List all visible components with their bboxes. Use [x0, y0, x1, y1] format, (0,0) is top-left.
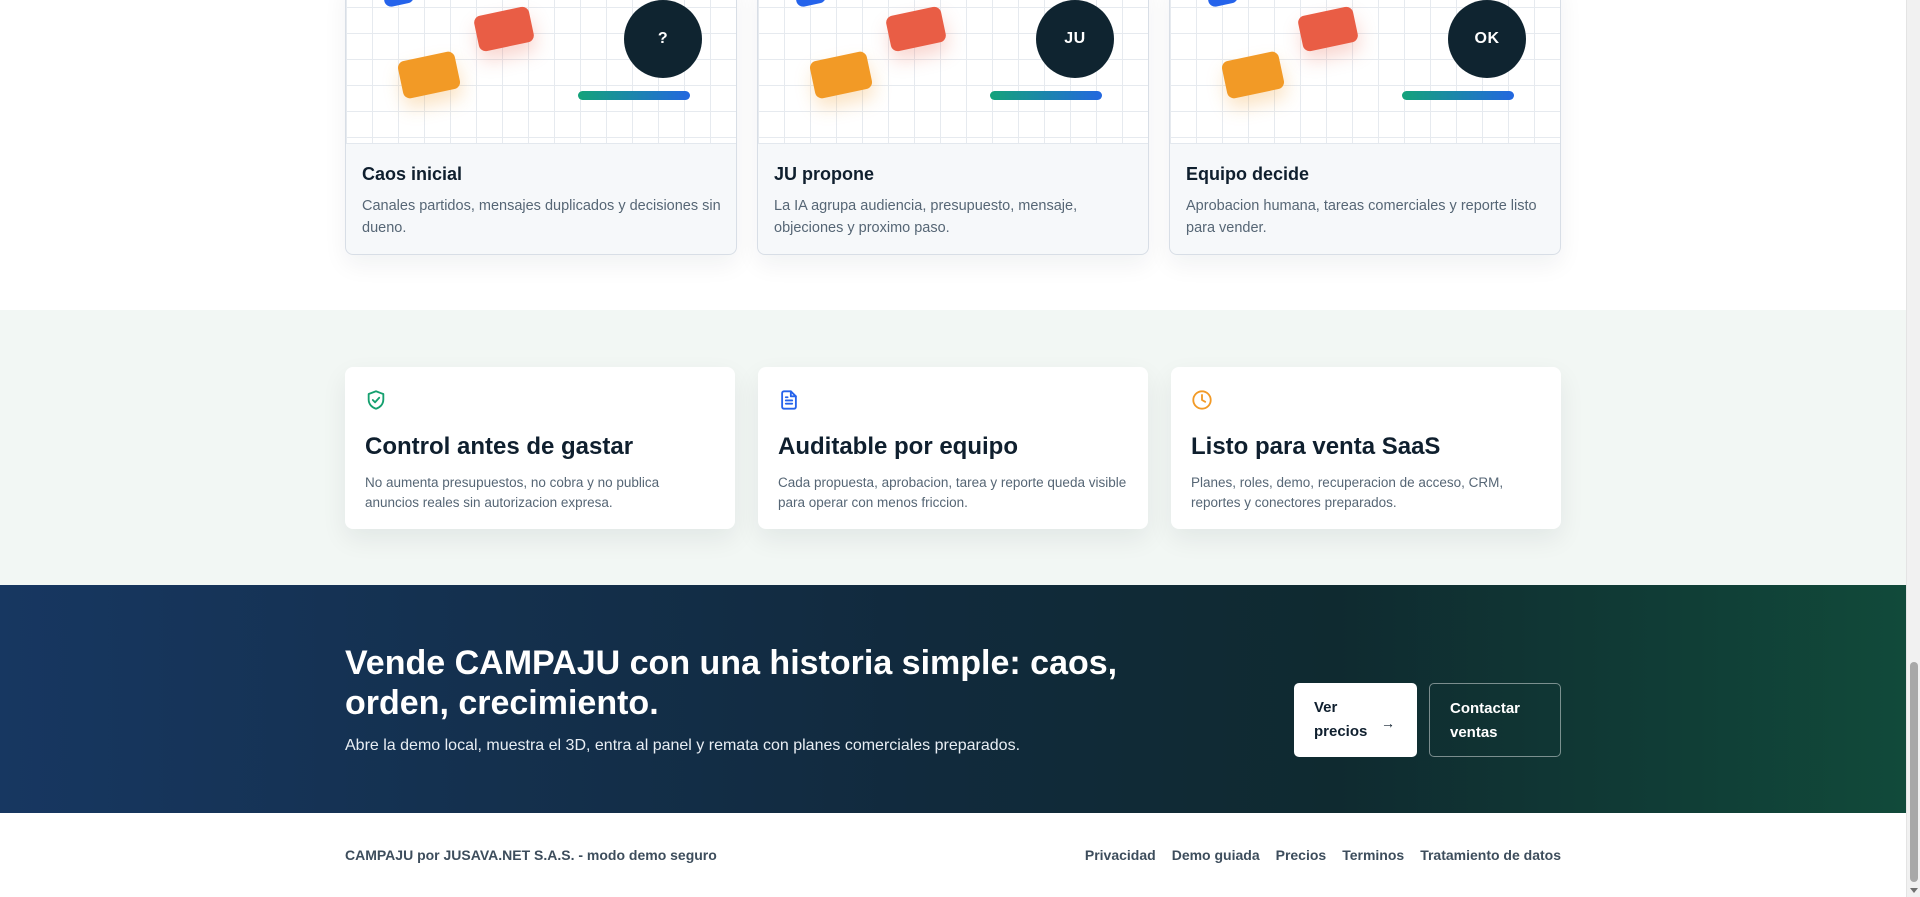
features-section: Control antes de gastar No aumenta presu…	[0, 310, 1906, 585]
blue-block	[794, 0, 828, 8]
story-illustration: JU	[758, 0, 1148, 144]
red-block	[1296, 5, 1360, 53]
footer-brand: CAMPAJU por JUSAVA.NET S.A.S. - modo dem…	[345, 847, 717, 863]
clock-icon	[1192, 390, 1212, 410]
footer-link-data-processing[interactable]: Tratamiento de datos	[1420, 847, 1561, 863]
view-pricing-button[interactable]: Ver precios →	[1294, 683, 1417, 757]
orange-block	[808, 50, 874, 100]
story-card-proposal: JU JU propone La IA agrupa audiencia, pr…	[757, 0, 1149, 255]
red-block	[472, 5, 536, 53]
feature-title: Auditable por equipo	[778, 433, 1018, 460]
ju-badge: JU	[1036, 0, 1114, 78]
feature-card-audit: Auditable por equipo Cada propuesta, apr…	[758, 367, 1148, 529]
progress-bar	[1402, 91, 1514, 100]
question-badge: ?	[624, 0, 702, 78]
blue-block	[382, 0, 416, 8]
footer-link-terms[interactable]: Terminos	[1342, 847, 1404, 863]
footer-link-guided-demo[interactable]: Demo guiada	[1172, 847, 1260, 863]
arrow-right-icon: →	[1381, 715, 1395, 731]
footer-link-privacy[interactable]: Privacidad	[1085, 847, 1156, 863]
scrollbar-thumb[interactable]	[1910, 662, 1918, 882]
story-card-chaos: ? Caos inicial Canales partidos, mensaje…	[345, 0, 737, 255]
orange-block	[1220, 50, 1286, 100]
cta-banner: Vende CAMPAJU con una historia simple: c…	[0, 585, 1906, 813]
story-description: Canales partidos, mensajes duplicados y …	[362, 198, 721, 236]
view-pricing-label: Ver precios	[1314, 699, 1368, 740]
feature-description: Planes, roles, demo, recuperacion de acc…	[1191, 475, 1504, 510]
cta-subtitle: Abre la demo local, muestra el 3D, entra…	[345, 737, 1021, 754]
story-title: Caos inicial	[362, 164, 463, 184]
story-illustration: OK	[1170, 0, 1560, 144]
footer-links: Privacidad Demo guiada Precios Terminos …	[1085, 847, 1561, 863]
story-card-decision: OK Equipo decide Aprobacion humana, tare…	[1169, 0, 1561, 255]
feature-card-saas: Listo para venta SaaS Planes, roles, dem…	[1171, 367, 1561, 529]
feature-description: No aumenta presupuestos, no cobra y no p…	[365, 475, 660, 510]
orange-block	[396, 50, 462, 100]
feature-card-control: Control antes de gastar No aumenta presu…	[345, 367, 735, 529]
red-block	[884, 5, 948, 53]
cta-title: Vende CAMPAJU con una historia simple: c…	[345, 644, 1118, 722]
progress-bar	[990, 91, 1102, 100]
scroll-down-arrow-icon[interactable]	[1910, 888, 1918, 893]
blue-block	[1206, 0, 1240, 8]
footer: CAMPAJU por JUSAVA.NET S.A.S. - modo dem…	[0, 813, 1906, 897]
progress-bar	[578, 91, 690, 100]
story-illustration: ?	[346, 0, 736, 144]
story-section: ? Caos inicial Canales partidos, mensaje…	[0, 0, 1906, 310]
feature-description: Cada propuesta, aprobacion, tarea y repo…	[778, 475, 1127, 510]
story-description: La IA agrupa audiencia, presupuesto, men…	[774, 198, 1078, 236]
shield-check-icon	[367, 390, 385, 410]
ok-badge: OK	[1448, 0, 1526, 78]
document-icon	[781, 390, 797, 410]
story-description: Aprobacion humana, tareas comerciales y …	[1186, 198, 1537, 236]
story-title: JU propone	[774, 164, 875, 184]
contact-sales-button[interactable]: Contactar ventas	[1429, 683, 1561, 757]
feature-title: Control antes de gastar	[365, 433, 634, 460]
feature-title: Listo para venta SaaS	[1191, 433, 1441, 460]
page-scrollbar[interactable]	[1906, 0, 1920, 897]
story-title: Equipo decide	[1186, 164, 1310, 184]
footer-link-pricing[interactable]: Precios	[1276, 847, 1327, 863]
